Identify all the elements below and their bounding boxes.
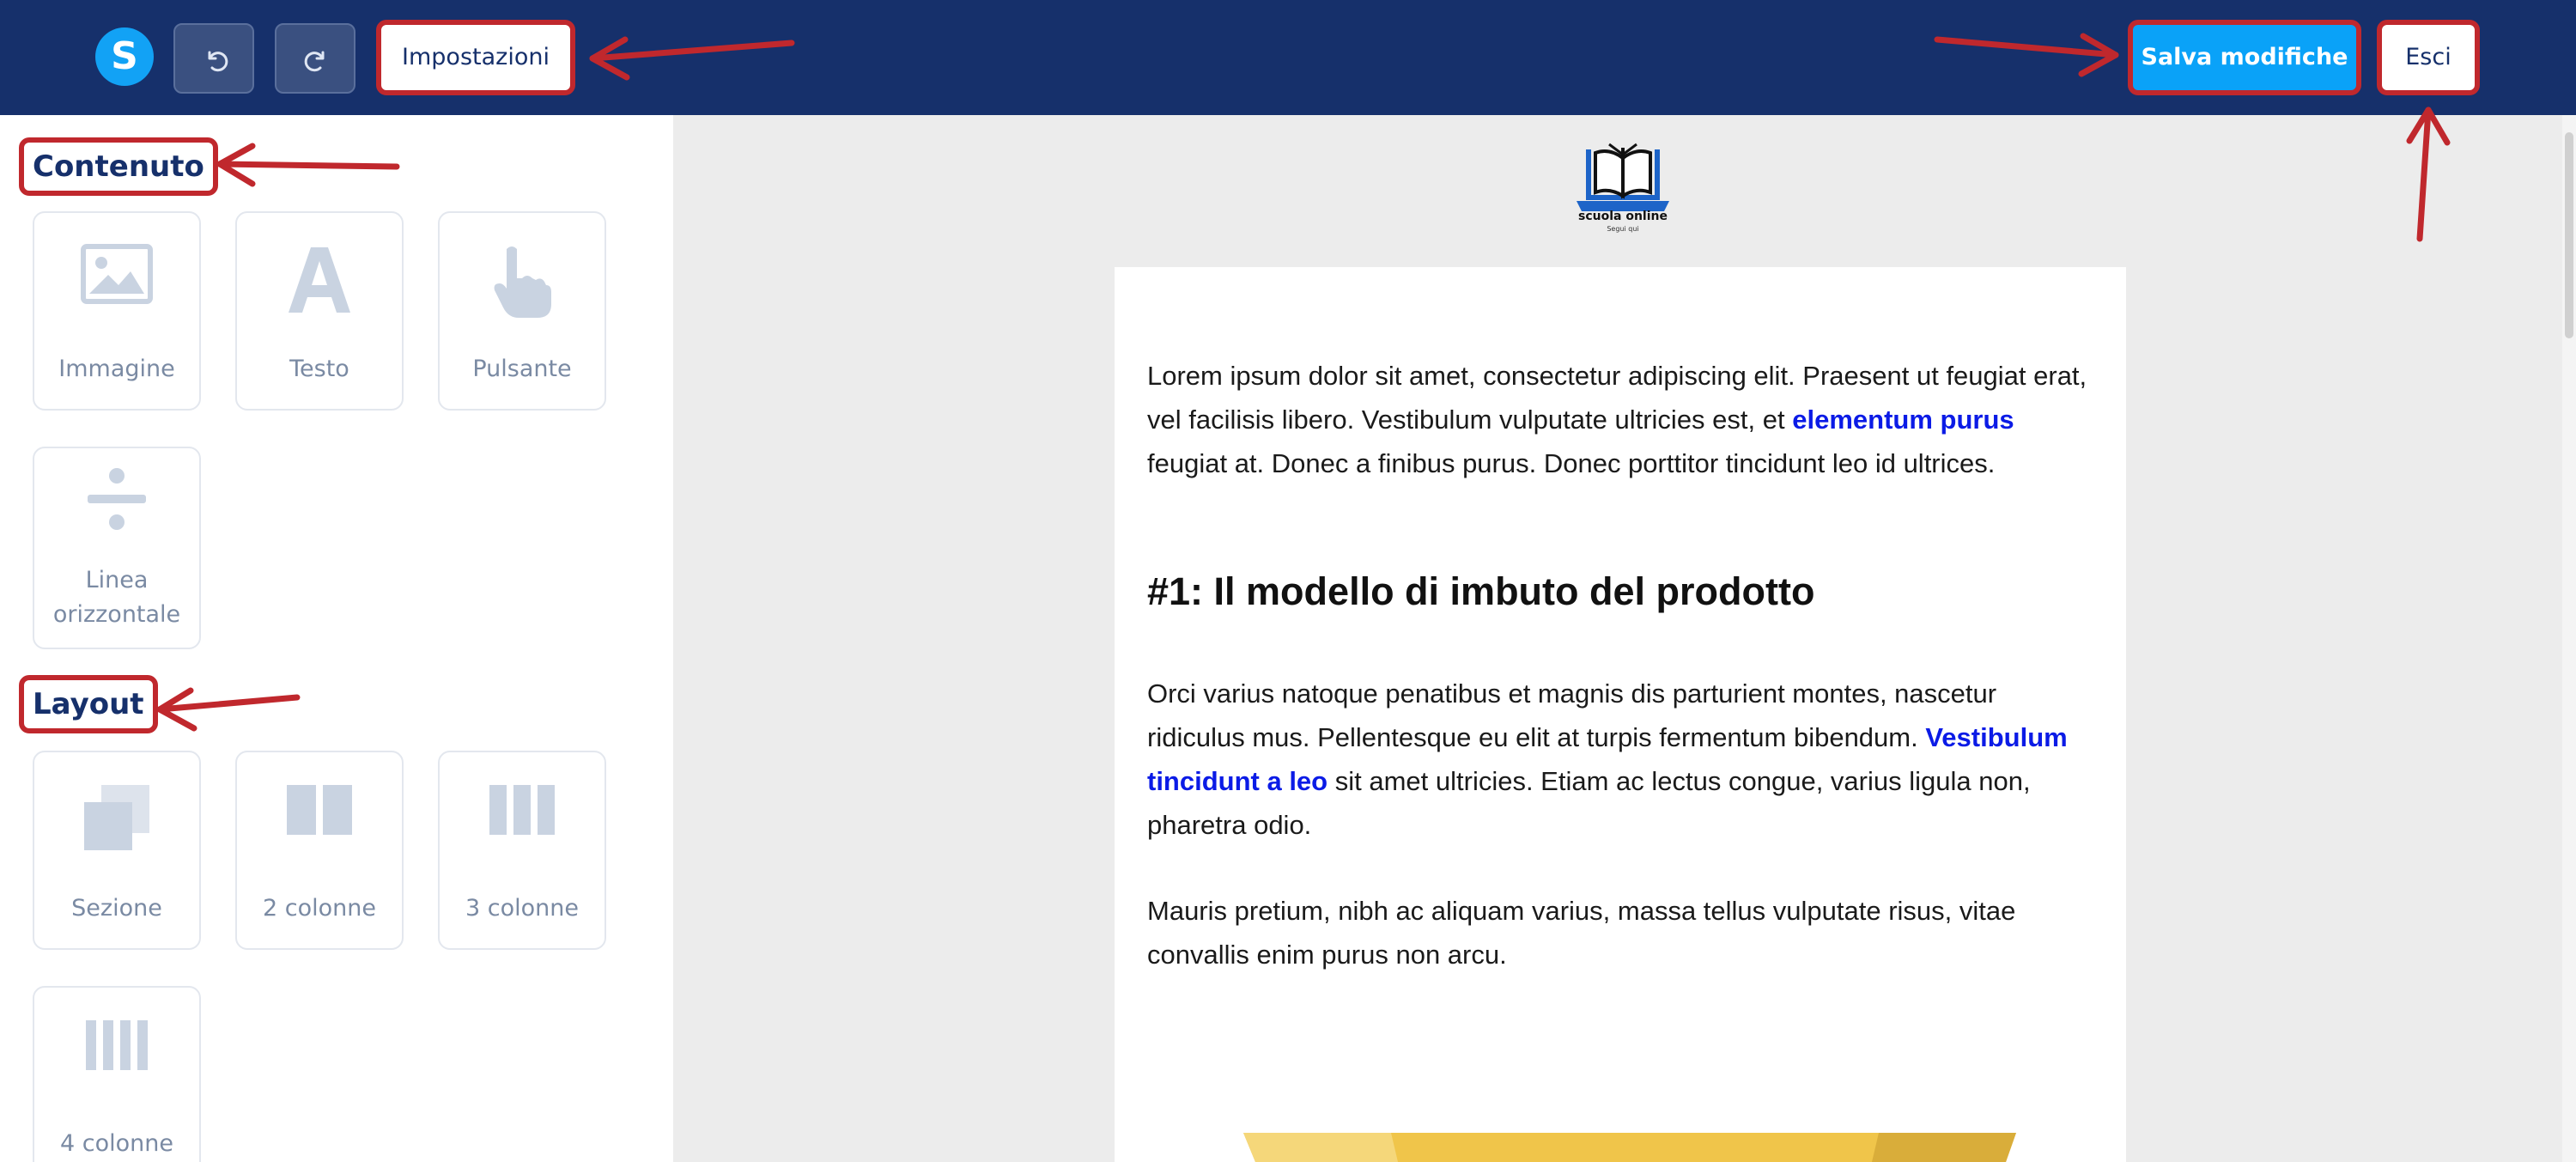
block-label: Pulsante xyxy=(472,356,572,382)
undo-button[interactable] xyxy=(173,23,254,94)
two-columns-icon xyxy=(287,785,352,835)
block-label: Testo xyxy=(289,356,349,382)
settings-button[interactable]: Impostazioni xyxy=(376,20,575,95)
block-label: Sezione xyxy=(71,895,162,922)
paragraph[interactable]: Orci varius natoque penatibus et magnis … xyxy=(1147,672,2100,847)
block-section[interactable]: Sezione xyxy=(33,751,201,950)
canvas-scrollbar[interactable] xyxy=(2562,115,2576,1162)
section-icon xyxy=(84,785,149,850)
layout-section-title: Layout xyxy=(19,675,158,733)
redo-button[interactable] xyxy=(275,23,355,94)
block-image[interactable]: Immagine xyxy=(33,211,201,411)
block-button[interactable]: Pulsante xyxy=(438,211,606,411)
three-columns-icon xyxy=(489,785,555,835)
save-changes-button[interactable]: Salva modifiche xyxy=(2128,20,2361,95)
paragraph[interactable]: Mauris pretium, nibh ac aliquam varius, … xyxy=(1147,889,2100,976)
blocks-sidebar: Contenuto Immagine Testo Pulsante Linea … xyxy=(0,115,673,1162)
block-three-columns[interactable]: 3 colonne xyxy=(438,751,606,950)
text-icon xyxy=(289,247,350,313)
image-icon xyxy=(81,244,153,304)
paragraph[interactable]: Lorem ipsum dolor sit amet, consectetur … xyxy=(1147,354,2100,485)
undo-icon xyxy=(208,51,228,72)
content-section-title: Contenuto xyxy=(19,137,218,196)
app-logo[interactable]: S xyxy=(95,27,154,86)
block-divider[interactable]: Linea orizzontale xyxy=(33,447,201,649)
funnel-image[interactable] xyxy=(1243,1131,2016,1162)
block-two-columns[interactable]: 2 colonne xyxy=(235,751,404,950)
brand-tagline: Segui qui xyxy=(1607,225,1639,233)
block-label: 2 colonne xyxy=(263,895,376,922)
four-columns-icon xyxy=(86,1020,148,1070)
block-label: Linea orizzontale xyxy=(52,567,181,628)
redo-icon xyxy=(304,51,325,72)
section-heading[interactable]: #1: Il modello di imbuto del prodotto xyxy=(1147,569,2100,614)
divide-icon xyxy=(88,468,146,530)
brand-name: scuola online xyxy=(1578,210,1668,223)
email-body[interactable]: Lorem ipsum dolor sit amet, consectetur … xyxy=(1115,267,2126,1162)
block-four-columns[interactable]: 4 colonne xyxy=(33,986,201,1162)
block-label: 3 colonne xyxy=(465,895,579,922)
scrollbar-thumb[interactable] xyxy=(2565,132,2573,338)
block-label: 4 colonne xyxy=(60,1130,173,1157)
inline-link[interactable]: elementum purus xyxy=(1792,405,2014,435)
top-bar: S Impostazioni Salva modifiche Esci xyxy=(0,0,2576,115)
exit-button[interactable]: Esci xyxy=(2377,20,2480,95)
pointer-hand-icon xyxy=(494,246,551,318)
block-label: Immagine xyxy=(58,356,175,382)
block-text[interactable]: Testo xyxy=(235,211,404,411)
